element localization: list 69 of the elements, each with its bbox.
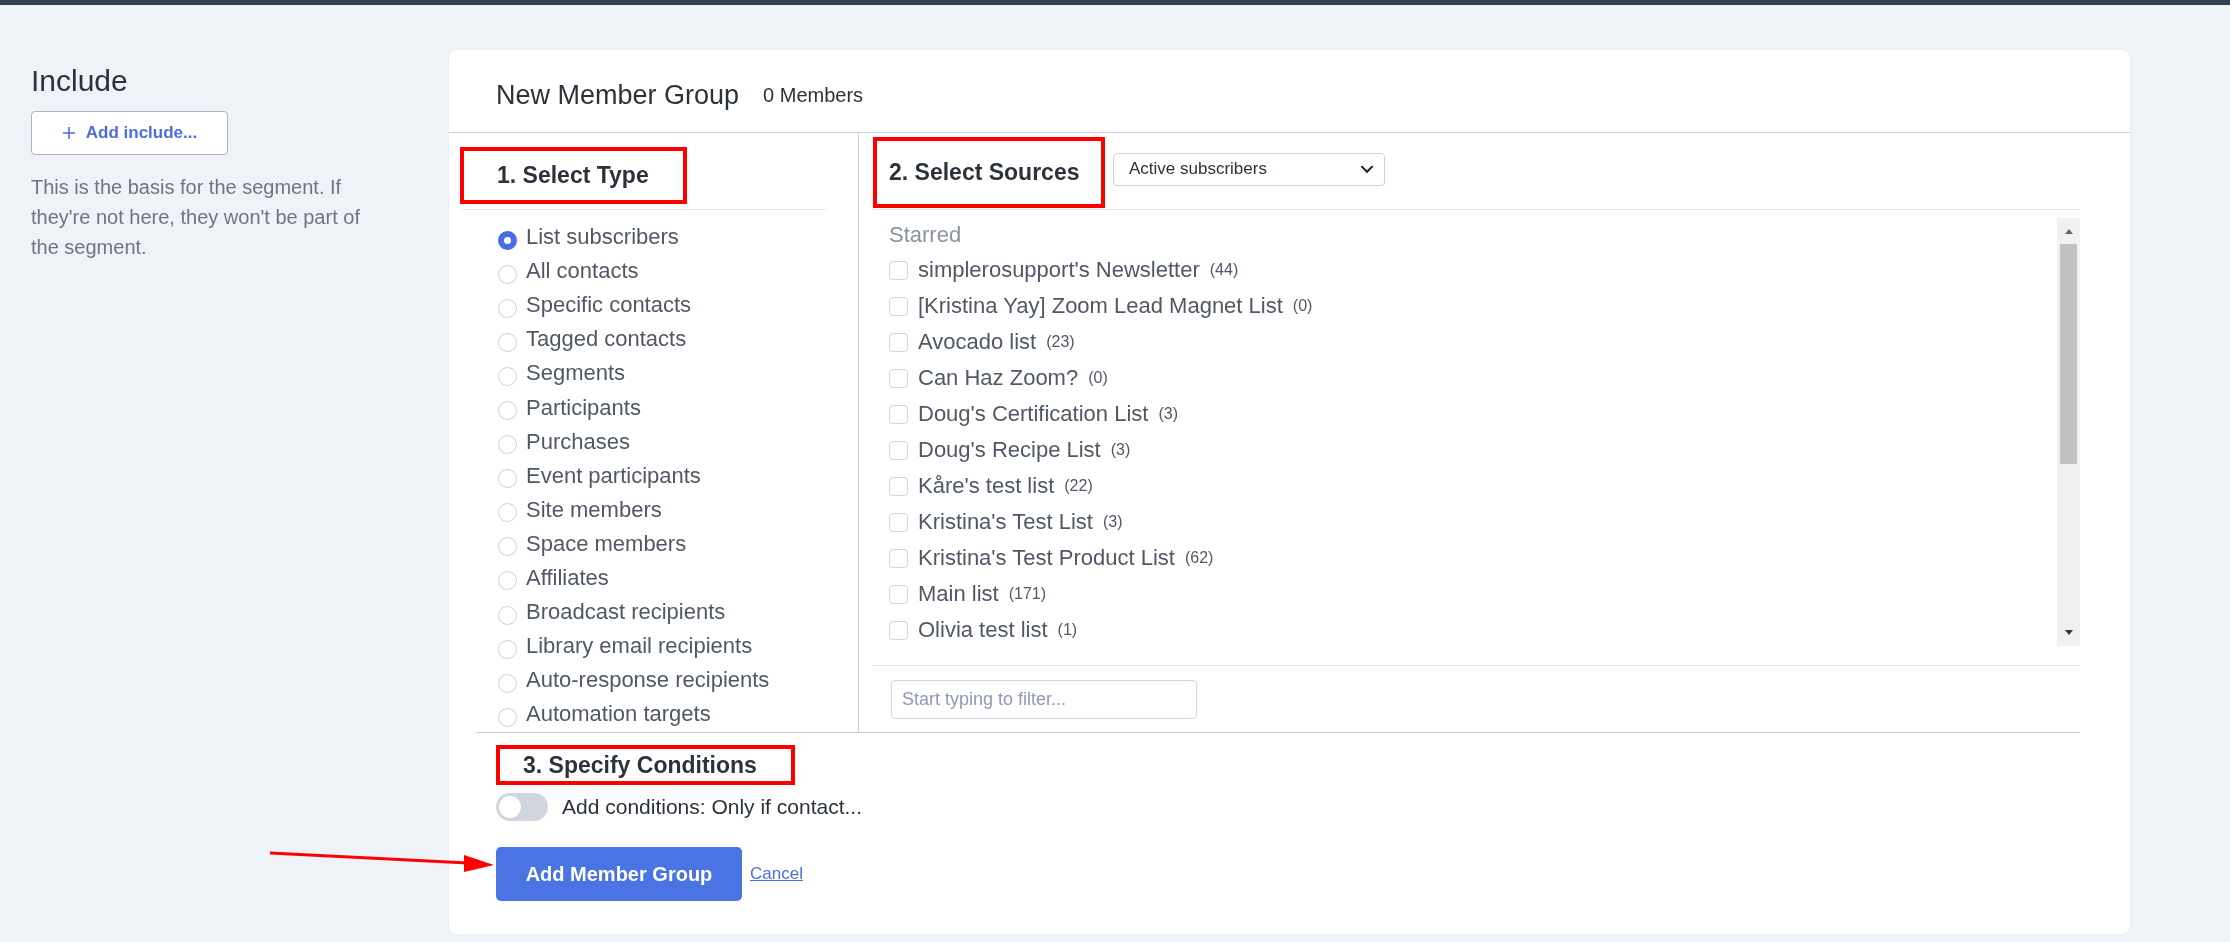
checkbox[interactable] [889, 584, 908, 604]
plus-icon [61, 126, 76, 140]
scrollbar[interactable] [2057, 218, 2080, 646]
source-count: (171) [1008, 585, 1047, 603]
source-count: (23) [1046, 333, 1075, 351]
radio-label[interactable]: Affiliates [526, 565, 609, 591]
section-heading: 2. Select Sources [889, 158, 1080, 186]
radio-label[interactable]: Broadcast recipients [526, 599, 726, 626]
radio-label[interactable]: Library email recipients [526, 633, 753, 660]
radio-label[interactable]: Site members [526, 496, 662, 523]
add-member-group-button[interactable]: Add Member Group [496, 847, 742, 901]
checkbox[interactable] [889, 260, 908, 280]
checkbox[interactable] [889, 512, 908, 532]
source-count: (0) [1292, 297, 1313, 315]
radio-label[interactable]: Space members [526, 530, 687, 557]
source-name[interactable]: Kristina's Test List [918, 509, 1093, 535]
radio-label[interactable]: Segments [526, 360, 626, 387]
checkbox[interactable] [889, 332, 908, 352]
source-name[interactable]: Main list [918, 581, 999, 607]
radio-label[interactable]: Auto-response recipients [526, 667, 770, 694]
include-heading: Include [31, 63, 129, 99]
source-name[interactable]: simplerosupport's Newsletter [918, 257, 1200, 283]
source-name[interactable]: Kristina's Test Product List [918, 545, 1175, 571]
cancel-link[interactable]: Cancel [750, 864, 803, 884]
conditions-toggle[interactable] [496, 793, 548, 821]
source-count: (44) [1209, 261, 1239, 279]
source-name[interactable]: Olivia test list [918, 617, 1048, 643]
status-select[interactable]: Active subscribers [1113, 152, 1385, 186]
chevron-down-icon [1360, 164, 1374, 174]
source-name[interactable]: Kåre's test list [918, 473, 1055, 499]
source-count: (3) [1102, 513, 1123, 531]
checkbox[interactable] [889, 404, 908, 424]
source-name[interactable]: Doug's Recipe List [918, 437, 1101, 463]
group-label: Starred [889, 221, 963, 249]
member-count: 0 Members [763, 83, 864, 107]
radio-label[interactable]: Purchases [526, 428, 630, 455]
filter-input[interactable]: Start typing to filter... [891, 680, 1197, 719]
radio-label[interactable]: Event participants [526, 462, 701, 489]
radio-label[interactable]: List subscribers [526, 224, 679, 251]
toggle-label: Add conditions: Only if contact... [562, 795, 862, 819]
checkbox[interactable] [889, 548, 908, 568]
radio-label[interactable]: Tagged contacts [526, 326, 687, 353]
checkbox[interactable] [889, 476, 908, 496]
scroll-up-icon[interactable] [2063, 228, 2074, 234]
source-count: (0) [1088, 369, 1108, 387]
section-heading: 1. Select Type [497, 161, 649, 189]
include-description: This is the basis for the segment. If they're not here, they won't be part of the segment. [31, 175, 361, 260]
radio-label[interactable]: All contacts [526, 258, 639, 285]
checkbox[interactable] [889, 368, 908, 388]
source-count: (1) [1057, 621, 1078, 639]
source-name[interactable]: Avocado list [918, 329, 1037, 355]
radio-label[interactable]: Participants [526, 394, 641, 421]
source-count: (3) [1110, 441, 1131, 459]
checkbox[interactable] [889, 620, 908, 640]
scroll-down-icon[interactable] [2063, 630, 2074, 636]
card-title: New Member Group [496, 79, 740, 111]
add-include-button[interactable]: Add include... [31, 111, 228, 155]
source-name[interactable]: Doug's Certification List [918, 401, 1149, 427]
source-count: (22) [1064, 477, 1093, 495]
section-heading: 3. Specify Conditions [523, 751, 757, 779]
checkbox[interactable] [889, 440, 908, 460]
radio-label[interactable]: Specific contacts [526, 292, 692, 319]
radio-button[interactable] [498, 230, 517, 250]
radio-label[interactable]: Automation targets [526, 701, 711, 728]
source-name[interactable]: Can Haz Zoom? [918, 365, 1079, 391]
source-name[interactable]: [Kristina Yay] Zoom Lead Magnet List [918, 293, 1283, 319]
checkbox[interactable] [889, 296, 908, 316]
source-count: (62) [1184, 549, 1214, 567]
source-count: (3) [1158, 405, 1178, 423]
